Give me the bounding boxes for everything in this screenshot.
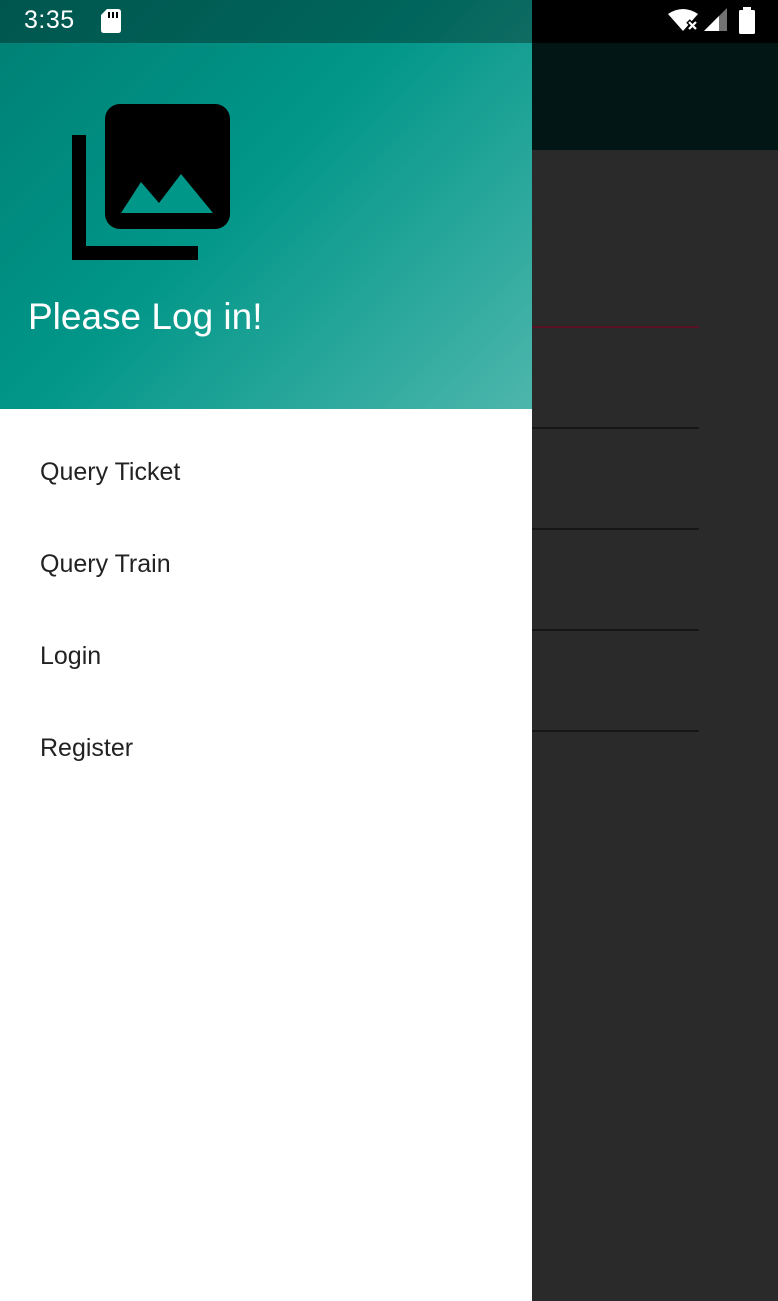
sd-card-icon bbox=[101, 9, 121, 38]
background-divider bbox=[532, 730, 699, 732]
status-time: 3:35 bbox=[24, 6, 75, 34]
wifi-no-internet-icon bbox=[668, 8, 700, 37]
menu-item-query-train[interactable]: Query Train bbox=[0, 518, 532, 610]
status-bar: 3:35 bbox=[0, 0, 778, 43]
background-divider bbox=[532, 528, 699, 530]
menu-item-login[interactable]: Login bbox=[0, 610, 532, 702]
drawer-header: Please Log in! bbox=[0, 0, 532, 409]
status-bar-drawer-section bbox=[0, 0, 532, 43]
menu-item-register[interactable]: Register bbox=[0, 702, 532, 794]
drawer-header-title: Please Log in! bbox=[28, 296, 263, 337]
photo-library-icon bbox=[68, 100, 236, 273]
menu-item-query-ticket[interactable]: Query Ticket bbox=[0, 426, 532, 518]
cell-signal-icon bbox=[703, 8, 727, 37]
battery-icon bbox=[739, 7, 755, 39]
background-divider bbox=[532, 629, 699, 631]
drawer-menu: Query Ticket Query Train Login Register bbox=[0, 426, 532, 794]
navigation-drawer: Please Log in! Query Ticket Query Train … bbox=[0, 0, 532, 1301]
background-divider-accent bbox=[532, 326, 699, 328]
background-divider bbox=[532, 427, 699, 429]
screen: Please Log in! Query Ticket Query Train … bbox=[0, 0, 778, 1301]
